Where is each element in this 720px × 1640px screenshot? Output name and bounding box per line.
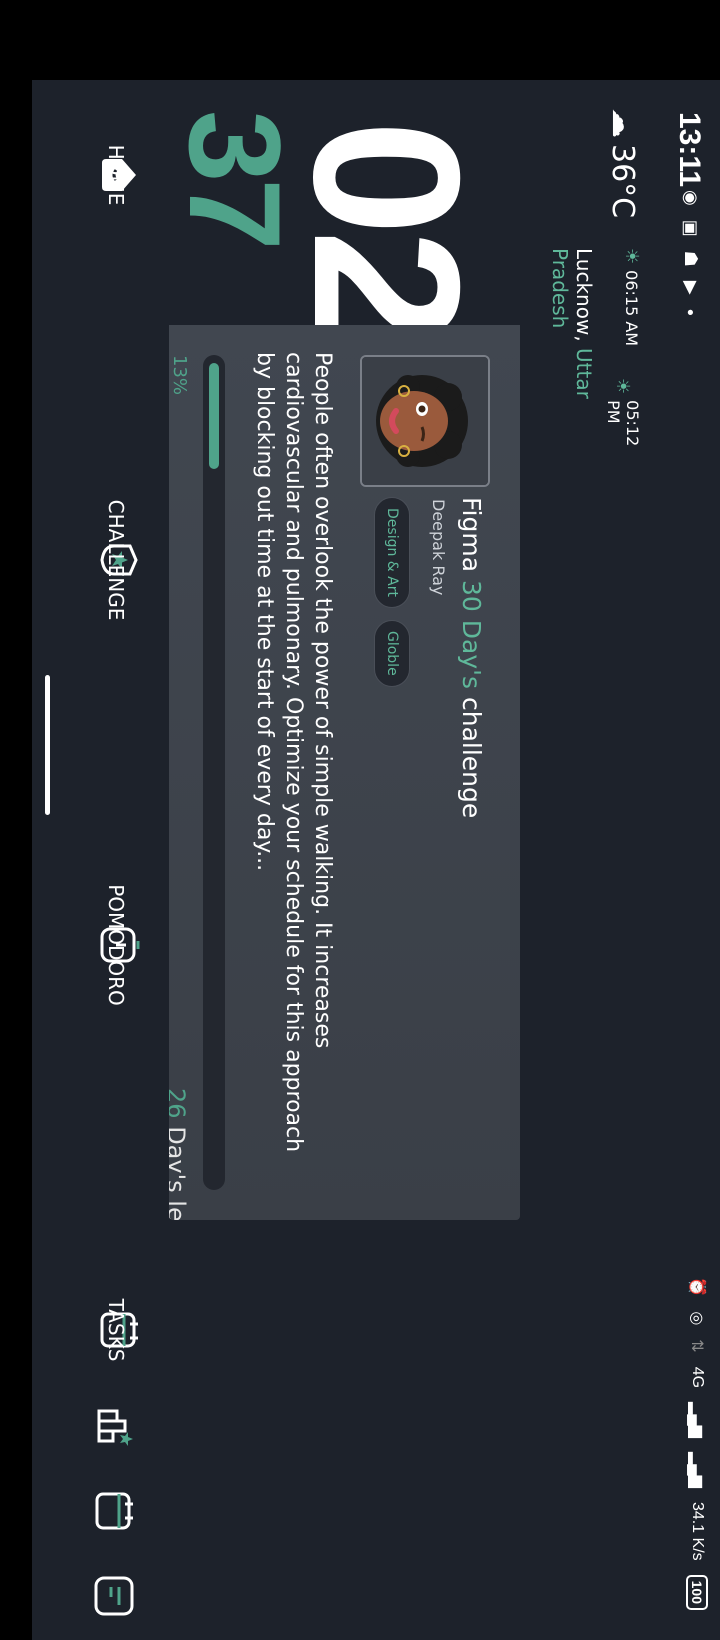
calendar-icon	[95, 1492, 133, 1530]
temperature: ☁ 36°C	[605, 108, 640, 218]
days-left-label: Day's left	[169, 1126, 190, 1220]
days-left-number: 26	[169, 1088, 190, 1119]
data-arrows-icon: ⇅	[688, 1339, 705, 1353]
sunrise-time: 06:15 AM	[622, 270, 641, 347]
signal-icon: ▂▄▆	[688, 1402, 705, 1438]
network-type: 4G	[689, 1366, 706, 1389]
sunset: ☀ 05:12 PM	[604, 378, 642, 468]
sunrise-icon: ☀	[621, 248, 642, 265]
challenge-description: People often overlook the power of simpl…	[252, 352, 335, 1153]
title-suffix: challenge	[457, 697, 486, 819]
notes-icon	[94, 1576, 134, 1616]
snapchat-icon: ☗	[681, 250, 701, 267]
nav-home-label: HOME	[104, 144, 128, 206]
sunset-icon: ☀	[612, 378, 634, 395]
leaderboard-button[interactable]	[93, 1405, 135, 1447]
network-speed: 34.1 K/s	[689, 1501, 706, 1561]
notes-button[interactable]	[93, 1575, 135, 1617]
gesture-home-bar[interactable]	[45, 675, 50, 815]
podium-star-icon	[97, 1409, 133, 1446]
clock-hours: 02	[270, 120, 502, 340]
challenge-card[interactable]: Figma 30 Day's challenge Deepak Ray Desi…	[169, 325, 520, 1220]
app-screen: 13:11 ◉ ▣ ☗ ▶ ● ⏰ ◎ ⇅ 4G ▂▄▆ ▂▄▆ 34.1 K/…	[32, 80, 720, 1640]
battery-indicator: 100	[686, 1574, 708, 1610]
memoji-avatar-icon	[362, 357, 488, 485]
location: Lucknow, Uttar Pradesh	[548, 248, 596, 468]
progress-fill	[209, 363, 219, 469]
hotspot-icon: ◎	[688, 1311, 705, 1326]
title-prefix: Figma	[457, 497, 486, 573]
status-bar: 13:11 ◉ ▣ ☗ ▶ ● ⏰ ◎ ⇅ 4G ▂▄▆ ▂▄▆ 34.1 K/…	[662, 80, 720, 1640]
challenge-author: Deepak Ray	[429, 499, 448, 596]
temperature-value: 36°C	[605, 144, 640, 219]
progress-percent: 13%	[169, 355, 190, 396]
nav-challenge-label: CHALLENGE	[104, 499, 128, 621]
notification-icons: ◉ ▣ ☗ ▶ ●	[679, 190, 703, 316]
sunset-time: 05:12 PM	[604, 400, 642, 447]
progress-bar	[203, 355, 225, 1190]
sunrise: ☀ 06:15 AM	[621, 248, 642, 346]
more-dot-icon: ●	[684, 308, 698, 316]
messenger-icon: ◉	[681, 190, 701, 206]
avatar	[360, 355, 490, 487]
nav-tasks-label: TASKS	[104, 1298, 128, 1362]
rotated-screen: 13:11 ◉ ▣ ☗ ▶ ● ⏰ ◎ ⇅ 4G ▂▄▆ ▂▄▆ 34.1 K/…	[0, 0, 720, 1640]
weather-widget: ☁ 36°C ☀ 06:15 AM ☀ 05:12 PM Lucknow, Ut…	[520, 108, 650, 468]
nav-pomodoro-label: POMODORO	[104, 884, 128, 1006]
calendar-button[interactable]	[93, 1490, 135, 1532]
status-right: ⏰ ◎ ⇅ 4G ▂▄▆ ▂▄▆ 34.1 K/s 100	[686, 1277, 708, 1610]
challenge-title: Figma 30 Day's challenge	[457, 497, 486, 818]
title-accent: 30 Day's	[457, 580, 486, 690]
alarm-icon: ⏰	[688, 1277, 705, 1298]
signal-icon-2: ▂▄▆	[688, 1451, 705, 1488]
days-left: 26 Day's left	[169, 1088, 190, 1220]
clock-minutes: 37	[162, 110, 308, 247]
status-time: 13:11	[673, 112, 706, 188]
tag-list: Design & Art Globle	[374, 497, 410, 687]
facebook-icon: ▣	[681, 219, 701, 237]
youtube-icon: ▶	[681, 280, 701, 295]
tag-globle[interactable]: Globle	[374, 619, 410, 687]
cloud-icon: ☁	[605, 108, 640, 138]
tag-design-art[interactable]: Design & Art	[374, 497, 410, 608]
location-city: Lucknow,	[572, 248, 596, 342]
